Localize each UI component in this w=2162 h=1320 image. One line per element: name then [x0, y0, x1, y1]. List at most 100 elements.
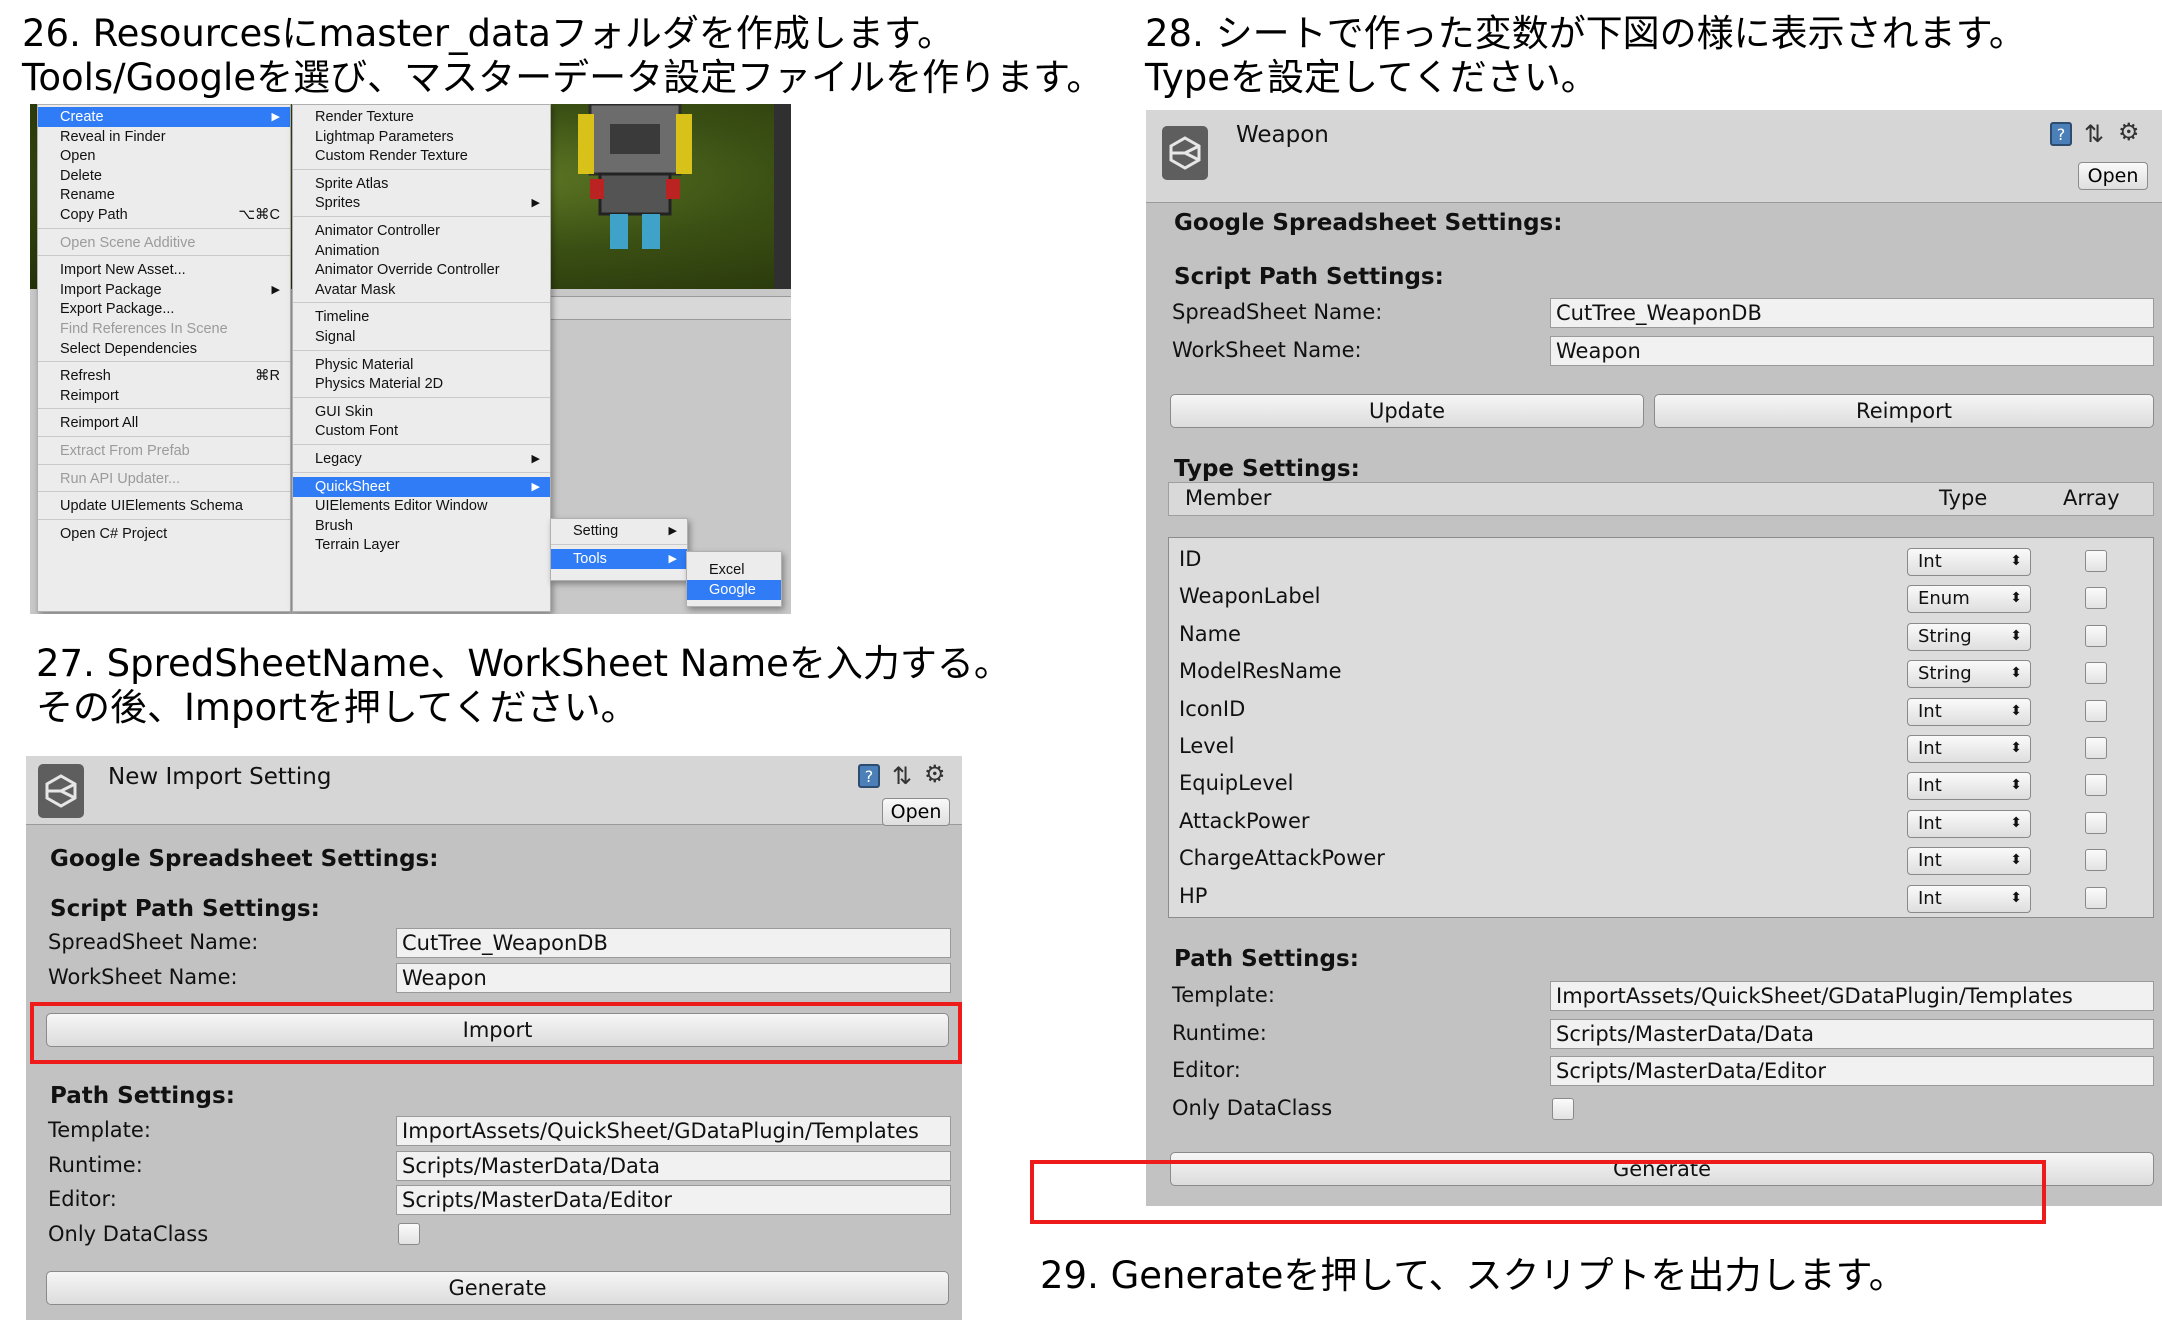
- context-menu-item[interactable]: Delete: [38, 166, 290, 186]
- script-path-settings-heading: Script Path Settings:: [1174, 264, 1444, 290]
- generate-button[interactable]: Generate: [46, 1271, 949, 1305]
- context-menu-item[interactable]: Update UIElements Schema: [38, 496, 290, 516]
- member-name: ID: [1179, 547, 1202, 571]
- worksheet-name-field[interactable]: Weapon: [396, 963, 951, 993]
- array-checkbox[interactable]: [2085, 587, 2107, 610]
- context-menu-item[interactable]: Reveal in Finder: [38, 127, 290, 147]
- create-submenu-item[interactable]: Animator Controller: [293, 221, 550, 241]
- context-menu-item[interactable]: Open C# Project: [38, 524, 290, 544]
- reimport-button[interactable]: Reimport: [1654, 394, 2154, 428]
- spreadsheet-name-field[interactable]: CutTree_WeaponDB: [396, 928, 951, 958]
- type-dropdown[interactable]: Int ⬍: [1907, 884, 2031, 913]
- type-dropdown[interactable]: String ⬍: [1907, 660, 2031, 689]
- create-submenu-item[interactable]: Render Texture: [293, 107, 550, 127]
- help-icon[interactable]: ?: [2050, 122, 2072, 146]
- create-submenu-item[interactable]: Avatar Mask: [293, 280, 550, 300]
- quicksheet-submenu-item-label: Setting: [573, 523, 619, 539]
- type-dropdown-value: Int: [1918, 775, 1942, 797]
- chevron-right-icon: ▶: [531, 453, 540, 465]
- template-path-field[interactable]: ImportAssets/QuickSheet/GDataPlugin/Temp…: [396, 1116, 951, 1146]
- context-menu-item[interactable]: Refresh ⌘R: [38, 366, 290, 386]
- update-button[interactable]: Update: [1170, 394, 1644, 428]
- create-submenu-item[interactable]: Custom Font: [293, 421, 550, 441]
- context-menu-item[interactable]: Create ▶: [38, 107, 290, 127]
- create-submenu-item[interactable]: Signal: [293, 327, 550, 347]
- type-setting-row: ID Int ⬍: [1169, 542, 2153, 579]
- editor-path-field[interactable]: Scripts/MasterData/Editor: [1550, 1056, 2154, 1086]
- context-menu-item[interactable]: Copy Path ⌥⌘C: [38, 205, 290, 225]
- array-checkbox[interactable]: [2085, 774, 2107, 797]
- array-checkbox[interactable]: [2085, 550, 2107, 572]
- context-menu-item[interactable]: Reimport All: [38, 413, 290, 433]
- context-menu-item[interactable]: Open: [38, 146, 290, 166]
- step28-caption: 28. シートで作った変数が下図の様に表示されます。 Typeを設定してください…: [1145, 12, 2026, 100]
- only-dataclass-checkbox[interactable]: [1552, 1098, 1574, 1120]
- worksheet-name-field[interactable]: Weapon: [1550, 336, 2154, 366]
- runtime-path-field[interactable]: Scripts/MasterData/Data: [396, 1151, 951, 1181]
- context-menu-item-label: Open: [60, 148, 96, 165]
- create-submenu-item[interactable]: QuickSheet ▶: [293, 476, 550, 497]
- only-dataclass-checkbox[interactable]: [398, 1223, 420, 1245]
- create-submenu-item[interactable]: Custom Render Texture: [293, 146, 550, 166]
- editor-path-field[interactable]: Scripts/MasterData/Editor: [396, 1185, 951, 1215]
- type-dropdown[interactable]: Int ⬍: [1907, 772, 2031, 801]
- open-button[interactable]: Open: [882, 798, 950, 826]
- unity-logo-icon: [1162, 126, 1208, 180]
- type-dropdown[interactable]: Int ⬍: [1907, 548, 2031, 576]
- context-menu-item: Extract From Prefab: [38, 441, 290, 461]
- runtime-path-field[interactable]: Scripts/MasterData/Data: [1550, 1019, 2154, 1049]
- create-submenu-item[interactable]: Animation: [293, 241, 550, 261]
- context-menu-item-label: Refresh: [60, 368, 111, 385]
- quicksheet-submenu-item[interactable]: Tools ▶: [551, 548, 687, 569]
- create-submenu-item[interactable]: UIElements Editor Window: [293, 496, 550, 516]
- create-submenu-item[interactable]: Sprites ▶: [293, 193, 550, 213]
- create-submenu-item-label: Lightmap Parameters: [315, 128, 454, 145]
- create-submenu-item[interactable]: Physic Material: [293, 355, 550, 375]
- create-submenu-item[interactable]: Legacy ▶: [293, 449, 550, 469]
- array-checkbox[interactable]: [2085, 662, 2107, 685]
- create-submenu-item[interactable]: Sprite Atlas: [293, 174, 550, 194]
- context-menu-item[interactable]: Import New Asset...: [38, 260, 290, 280]
- tools-submenu-item-label: Excel: [709, 562, 745, 578]
- type-dropdown[interactable]: String ⬍: [1907, 622, 2031, 651]
- preset-icon[interactable]: ⇅: [892, 764, 912, 788]
- create-submenu-item[interactable]: Brush: [293, 516, 550, 536]
- context-menu-item[interactable]: Select Dependencies: [38, 339, 290, 359]
- create-submenu-item[interactable]: Physics Material 2D: [293, 374, 550, 394]
- type-dropdown[interactable]: Enum ⬍: [1907, 585, 2031, 614]
- gear-icon[interactable]: ⚙: [924, 762, 946, 786]
- type-setting-row: ModelResName String ⬍: [1169, 654, 2153, 691]
- create-submenu-item[interactable]: Timeline: [293, 307, 550, 327]
- create-submenu-item[interactable]: Terrain Layer: [293, 535, 550, 555]
- quicksheet-submenu-item[interactable]: Setting ▶: [551, 521, 687, 541]
- context-menu-item-label: Run API Updater...: [60, 470, 181, 487]
- array-checkbox[interactable]: [2085, 886, 2107, 909]
- type-table-header: Member Type Array: [1168, 482, 2154, 516]
- template-path-field[interactable]: ImportAssets/QuickSheet/GDataPlugin/Temp…: [1550, 981, 2154, 1011]
- tools-submenu-item[interactable]: Excel: [687, 560, 781, 580]
- type-dropdown[interactable]: Int ⬍: [1907, 735, 2031, 763]
- array-checkbox[interactable]: [2085, 849, 2107, 872]
- type-dropdown[interactable]: Int ⬍: [1907, 847, 2031, 876]
- context-menu-item[interactable]: Import Package ▶: [38, 280, 290, 300]
- type-dropdown[interactable]: Int ⬍: [1907, 697, 2031, 726]
- type-settings-heading: Type Settings:: [1174, 456, 1360, 482]
- gear-icon[interactable]: ⚙: [2118, 120, 2140, 144]
- create-submenu-item[interactable]: Animator Override Controller: [293, 260, 550, 280]
- runtime-label: Runtime:: [48, 1153, 143, 1177]
- tools-submenu-item[interactable]: Google: [687, 579, 781, 600]
- spreadsheet-name-field[interactable]: CutTree_WeaponDB: [1550, 298, 2154, 328]
- type-dropdown[interactable]: Int ⬍: [1907, 809, 2031, 838]
- context-menu-item[interactable]: Export Package...: [38, 299, 290, 319]
- create-submenu-item[interactable]: Lightmap Parameters: [293, 127, 550, 147]
- array-checkbox[interactable]: [2085, 737, 2107, 759]
- create-submenu-item[interactable]: GUI Skin: [293, 402, 550, 422]
- array-checkbox[interactable]: [2085, 811, 2107, 834]
- open-button[interactable]: Open: [2078, 162, 2148, 190]
- help-icon[interactable]: ?: [858, 764, 880, 788]
- array-checkbox[interactable]: [2085, 699, 2107, 722]
- array-checkbox[interactable]: [2085, 624, 2107, 647]
- context-menu-item[interactable]: Reimport: [38, 386, 290, 406]
- context-menu-item[interactable]: Rename: [38, 185, 290, 205]
- preset-icon[interactable]: ⇅: [2084, 122, 2104, 146]
